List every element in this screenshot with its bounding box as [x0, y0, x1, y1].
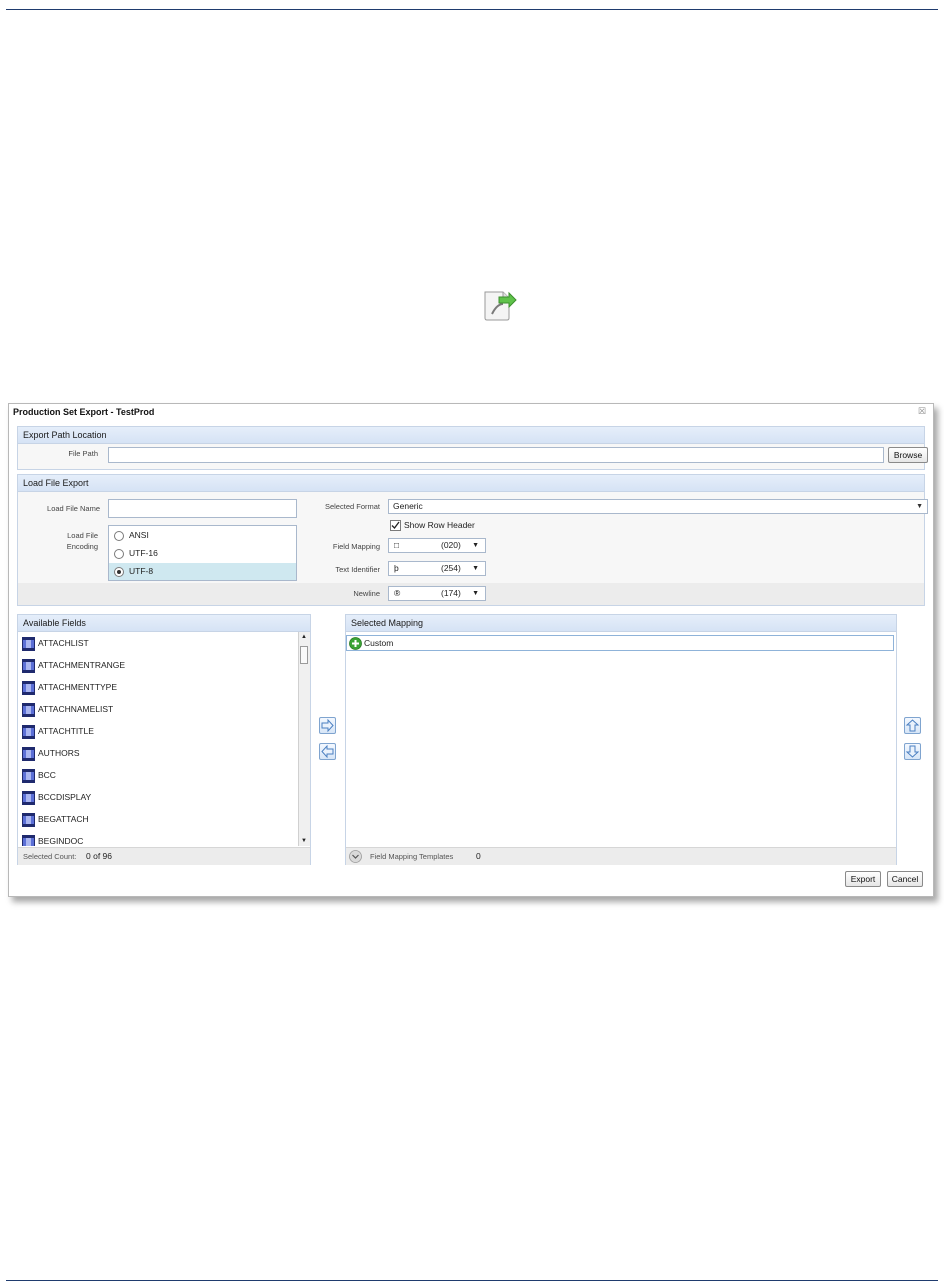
list-item-label: ATTACHNAMELIST [38, 704, 114, 714]
available-fields-header: Available Fields [18, 615, 310, 632]
top-rule [6, 9, 938, 10]
selected-format-label: Selected Format [324, 502, 380, 511]
encoding-radio-group: ANSI UTF-16 UTF-8 [108, 525, 297, 581]
selected-format-value: Generic [393, 501, 423, 511]
production-set-export-dialog: Production Set Export - TestProd ☒ Expor… [8, 403, 934, 897]
field-mapping-label: Field Mapping [332, 542, 380, 551]
text-identifier-label: Text Identifier [335, 565, 380, 574]
available-fields-panel: Available Fields ATTACHLIST ATTACHMENTRAN… [17, 614, 311, 865]
newline-label: Newline [353, 589, 380, 598]
field-mapping-dropdown[interactable]: □ (020) ▼ [388, 538, 486, 553]
text-identifier-glyph: þ [394, 563, 399, 573]
selected-mapping-panel: Selected Mapping Custom Field Mapping Te… [345, 614, 897, 865]
encoding-option-label: ANSI [129, 530, 149, 540]
mapping-item-custom[interactable]: Custom [346, 635, 894, 651]
cancel-button[interactable]: Cancel [887, 871, 923, 887]
selected-format-dropdown[interactable]: Generic ▼ [388, 499, 928, 514]
field-icon [22, 637, 35, 651]
chevron-down-icon[interactable]: ▼ [916, 500, 923, 513]
load-file-export-header: Load File Export [18, 475, 924, 492]
list-item-label: BEGINDOC [38, 836, 84, 846]
field-icon [22, 769, 35, 783]
encoding-option-utf16[interactable]: UTF-16 [109, 545, 296, 562]
scroll-up-arrow-icon[interactable]: ▲ [301, 634, 307, 640]
checkmark-icon [391, 521, 400, 529]
radio-dot [117, 570, 121, 574]
load-file-name-label: Load File Name [47, 504, 100, 513]
field-mapping-code: (020) [441, 540, 461, 550]
field-icon [22, 681, 35, 695]
export-path-header: Export Path Location [18, 427, 924, 444]
radio-button[interactable] [114, 549, 124, 559]
fields-scrollbar[interactable]: ▲ ▼ [298, 632, 310, 846]
newline-code: (174) [441, 588, 461, 598]
load-file-name-input[interactable] [108, 499, 297, 518]
list-item-label: ATTACHMENTRANGE [38, 660, 126, 670]
radio-button[interactable] [114, 531, 124, 541]
close-icon[interactable]: ☒ [918, 406, 926, 417]
selected-count-bar: Selected Count: 0 of 96 [18, 847, 310, 865]
mapping-item-label: Custom [364, 638, 394, 648]
encoding-option-utf8[interactable]: UTF-8 [109, 563, 296, 580]
expand-chevron-icon[interactable] [349, 850, 362, 863]
field-icon [22, 703, 35, 717]
list-item-label: ATTACHTITLE [38, 726, 94, 736]
move-up-arrow-icon [905, 719, 920, 732]
bottom-rule [6, 1280, 938, 1281]
list-item-label: AUTHORS [38, 748, 80, 758]
browse-button[interactable]: Browse [888, 447, 928, 463]
move-up-button[interactable] [904, 717, 921, 734]
radio-button-selected[interactable] [114, 567, 124, 577]
field-icon [22, 747, 35, 761]
chevron-down-icon[interactable]: ▼ [472, 562, 479, 575]
selected-count-label: Selected Count: [23, 852, 77, 861]
list-item-label: BCC [38, 770, 56, 780]
field-icon [22, 835, 35, 846]
move-left-arrow-icon [321, 744, 334, 759]
load-file-encoding-label: Load File Encoding [66, 531, 98, 551]
move-right-arrow-icon [321, 718, 334, 733]
load-file-export-panel: Load File Export Load File Name Load Fil… [17, 474, 928, 606]
encoding-option-label: UTF-16 [129, 548, 158, 558]
field-icon [22, 659, 35, 673]
field-icon [22, 813, 35, 827]
field-mapping-templates-label: Field Mapping Templates [370, 852, 454, 861]
encoding-option-ansi[interactable]: ANSI [109, 527, 296, 544]
list-item-label: BCCDISPLAY [38, 792, 92, 802]
selected-mapping-header: Selected Mapping [346, 615, 896, 632]
list-item-label: ATTACHLIST [38, 638, 89, 648]
newline-glyph: ® [394, 588, 401, 598]
scroll-down-arrow-icon[interactable]: ▼ [301, 838, 307, 844]
export-path-panel: Export Path Location File Path Browse [17, 426, 928, 470]
move-left-button[interactable] [319, 743, 336, 760]
file-path-label: File Path [68, 449, 98, 458]
move-right-button[interactable] [319, 717, 336, 734]
show-row-header-label: Show Row Header [404, 520, 475, 530]
show-row-header-checkbox[interactable]: Show Row Header [388, 519, 508, 533]
file-path-input[interactable] [108, 447, 884, 463]
field-mapping-templates-count: 0 [476, 851, 481, 861]
text-identifier-code: (254) [441, 563, 461, 573]
checkbox-box[interactable] [390, 520, 401, 531]
chevron-down-icon[interactable]: ▼ [472, 587, 479, 600]
dialog-title: Production Set Export - TestProd [13, 407, 155, 417]
scrollbar-thumb[interactable] [300, 646, 308, 664]
list-item-label: ATTACHMENTTYPE [38, 682, 118, 692]
export-button[interactable]: Export [845, 871, 881, 887]
add-icon [349, 637, 362, 650]
text-identifier-dropdown[interactable]: þ (254) ▼ [388, 561, 486, 576]
field-icon [22, 791, 35, 805]
chevron-down-icon[interactable]: ▼ [472, 539, 479, 552]
export-document-icon [484, 291, 517, 321]
field-icon [22, 725, 35, 739]
field-mapping-glyph: □ [394, 540, 400, 550]
move-down-button[interactable] [904, 743, 921, 760]
newline-dropdown[interactable]: ® (174) ▼ [388, 586, 486, 601]
move-down-arrow-icon [905, 745, 920, 758]
list-item-label: BEGATTACH [38, 814, 89, 824]
field-mapping-templates-bar: Field Mapping Templates 0 [346, 847, 896, 865]
selected-count-value: 0 of 96 [86, 851, 112, 861]
encoding-option-label: UTF-8 [129, 566, 154, 576]
available-fields-list[interactable]: ATTACHLIST ATTACHMENTRANGE ATTACHMENTTYPE A… [18, 632, 296, 846]
